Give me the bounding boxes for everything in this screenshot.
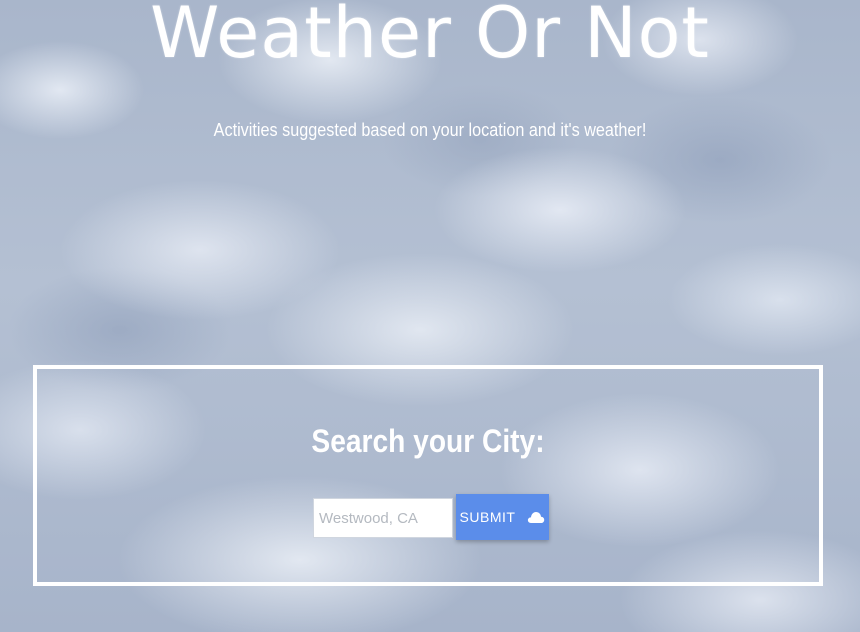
search-heading: Search your City: [311,423,545,459]
city-search-input[interactable] [313,498,453,538]
app-subtitle: Activities suggested based on your locat… [213,120,647,140]
search-panel: Search your City: SUBMIT [33,365,823,586]
submit-button-label: SUBMIT [459,509,516,525]
cloud-icon [527,510,545,524]
submit-button[interactable]: SUBMIT [456,494,549,540]
app-title: Weather Or Not [150,0,710,74]
